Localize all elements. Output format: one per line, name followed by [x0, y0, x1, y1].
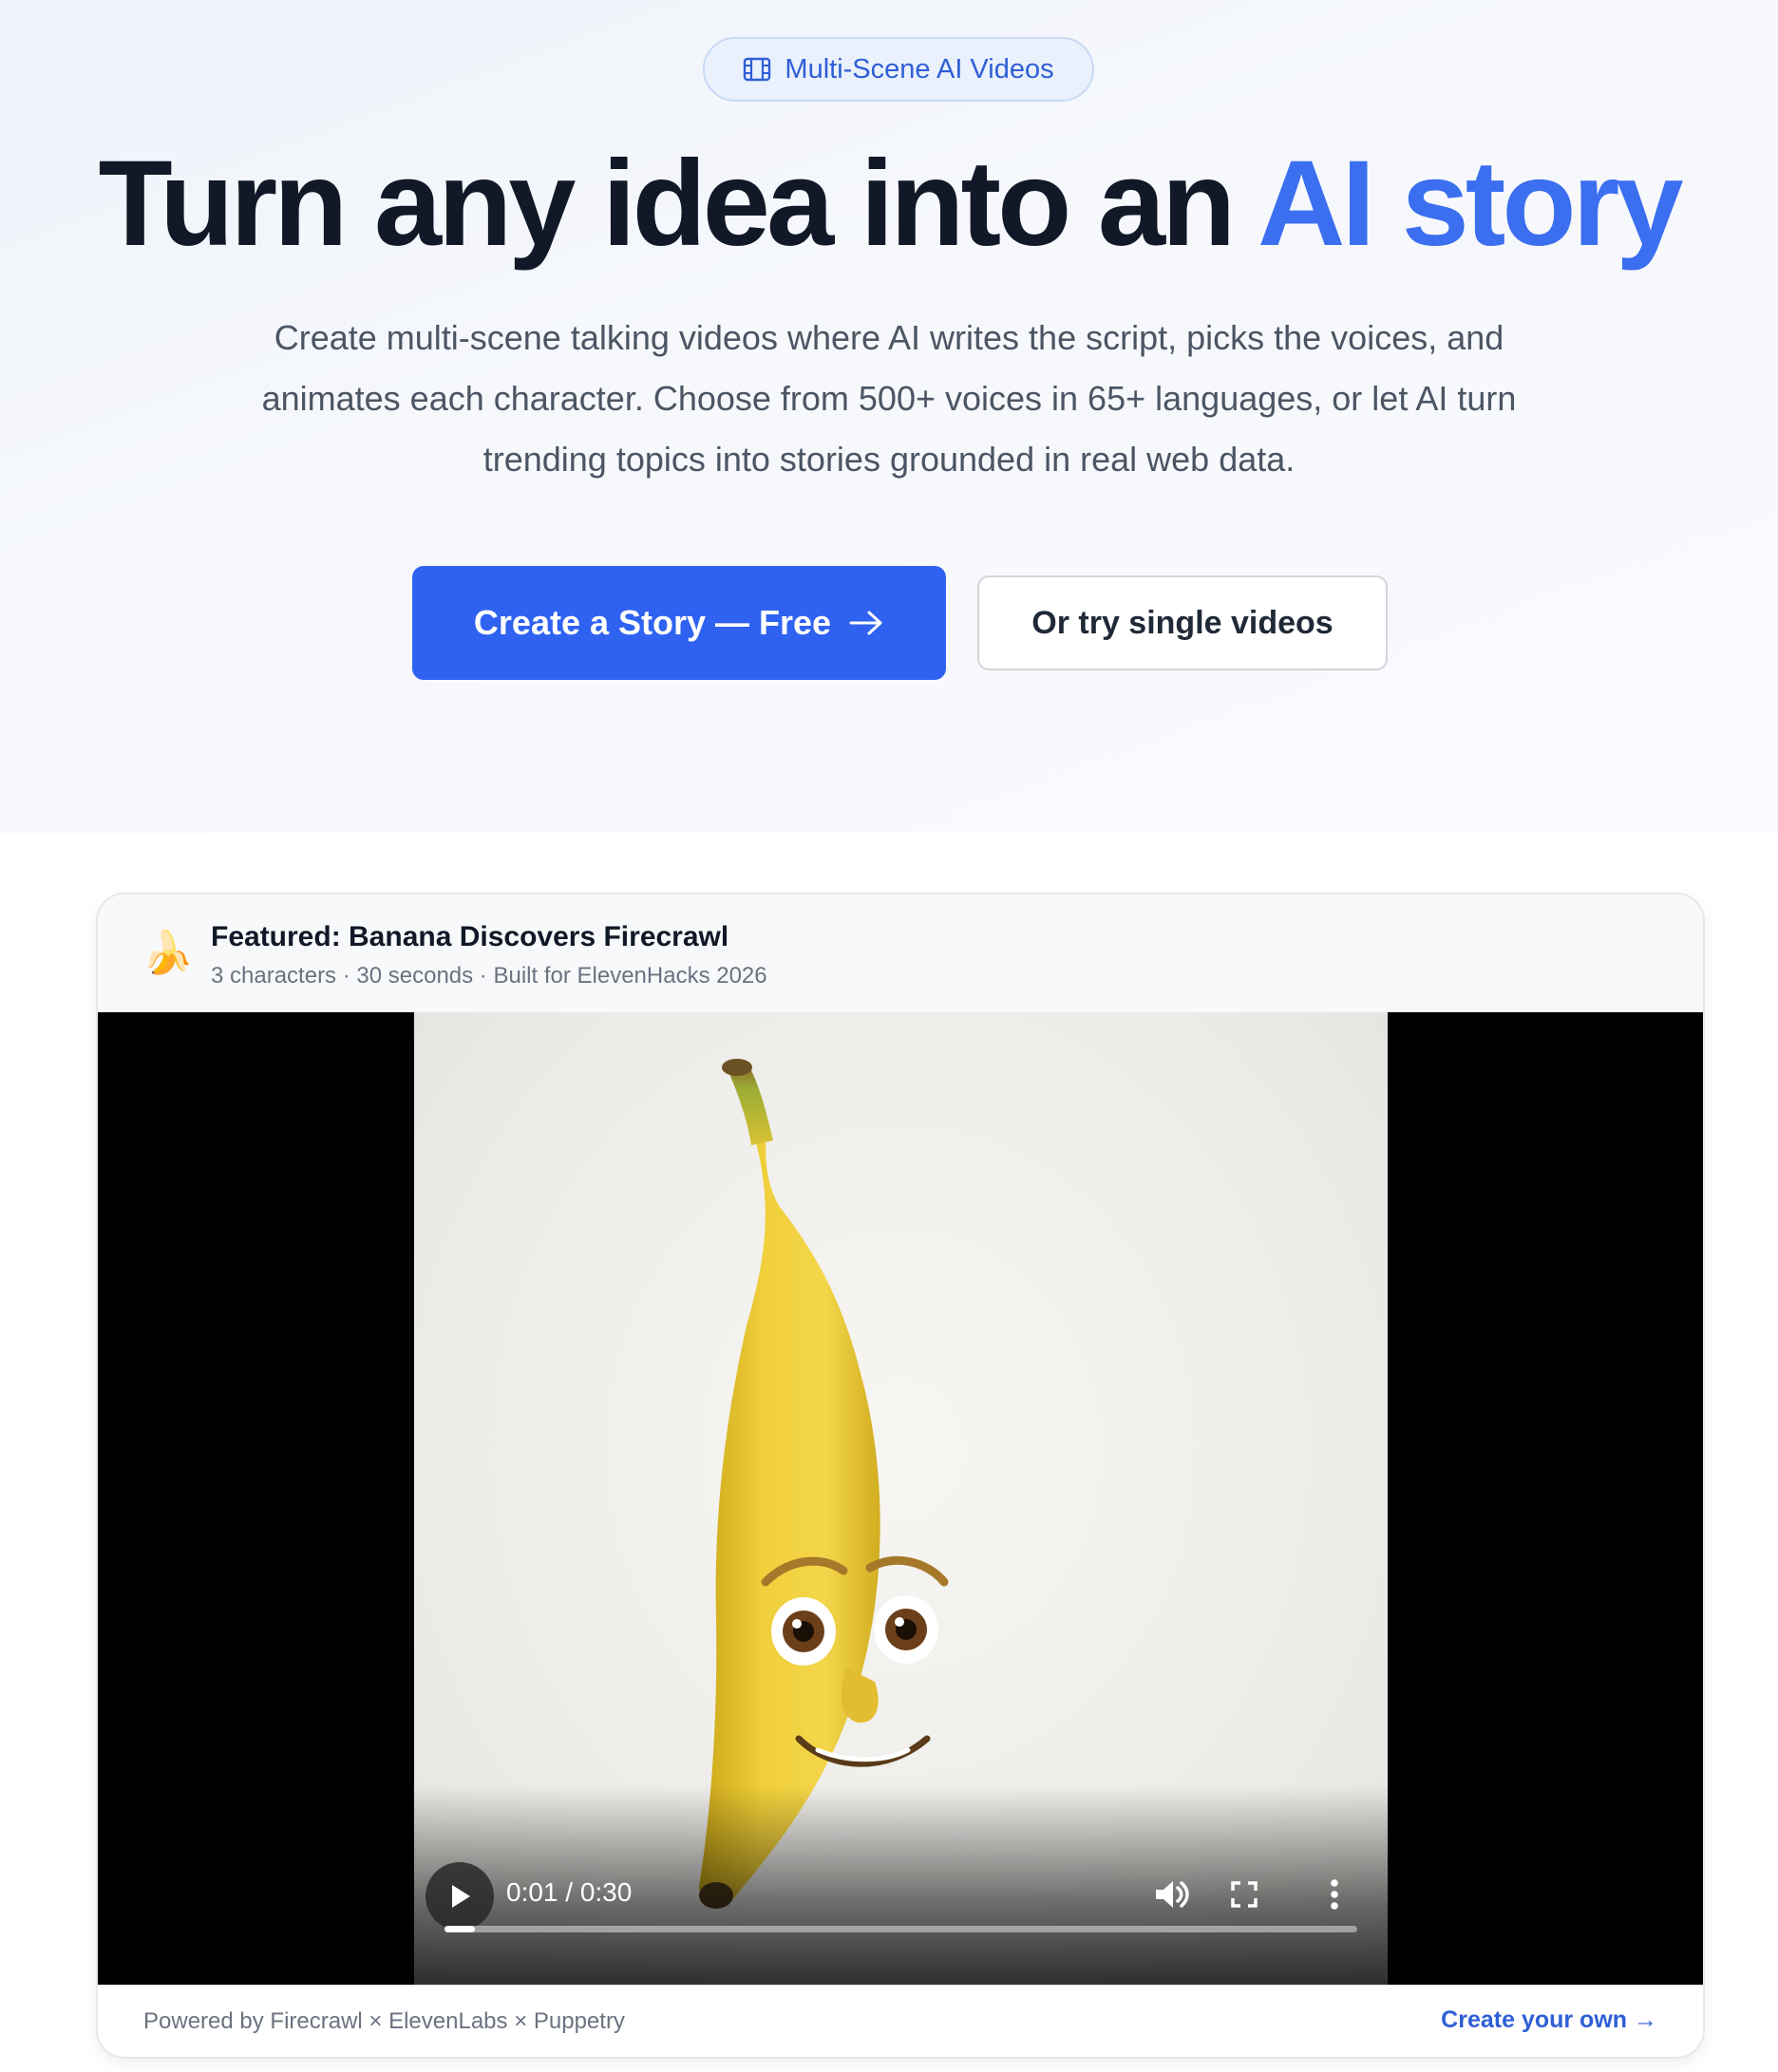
featured-meta: 3 characters · 30 seconds · Built for El…	[211, 963, 767, 989]
more-vertical-icon[interactable]	[1314, 1874, 1355, 1915]
page-headline: Turn any idea into an AI story	[0, 133, 1778, 275]
play-icon	[452, 1885, 470, 1908]
arrow-right-icon	[849, 611, 882, 635]
video-frame: 0:01 / 0:30	[414, 1012, 1388, 1985]
fullscreen-icon[interactable]	[1223, 1874, 1265, 1915]
time-display: 0:01 / 0:30	[506, 1877, 633, 1907]
powered-by-text: Powered by Firecrawl × ElevenLabs × Pupp…	[143, 2008, 625, 2034]
single-videos-label: Or try single videos	[1031, 604, 1334, 641]
video-progress-fill	[444, 1926, 475, 1932]
featured-title: Featured: Banana Discovers Firecrawl	[211, 921, 729, 952]
single-videos-button[interactable]: Or try single videos	[977, 575, 1388, 670]
headline-accent: AI story	[1258, 136, 1684, 272]
card-footer: Powered by Firecrawl × ElevenLabs × Pupp…	[98, 1985, 1703, 2057]
create-story-label: Create a Story — Free	[473, 603, 832, 642]
create-story-button[interactable]: Create a Story — Free	[412, 566, 946, 680]
create-your-own-link[interactable]: Create your own →	[1441, 2006, 1657, 2034]
video-progress-bar[interactable]	[444, 1926, 1357, 1932]
card-header: 🍌 Featured: Banana Discovers Firecrawl 3…	[98, 895, 1703, 1013]
video-player[interactable]: 0:01 / 0:30	[98, 1012, 1703, 1985]
badge-label: Multi-Scene AI Videos	[785, 53, 1054, 85]
headline-main: Turn any idea into an	[98, 136, 1258, 272]
play-button[interactable]	[426, 1862, 494, 1931]
volume-icon[interactable]	[1150, 1874, 1192, 1915]
banana-emoji-icon: 🍌	[142, 930, 194, 976]
multi-scene-badge: Multi-Scene AI Videos	[703, 37, 1094, 102]
film-icon	[744, 57, 771, 82]
hero-subtitle: Create multi-scene talking videos where …	[261, 318, 1517, 479]
featured-video-card: 🍌 Featured: Banana Discovers Firecrawl 3…	[96, 893, 1705, 2059]
